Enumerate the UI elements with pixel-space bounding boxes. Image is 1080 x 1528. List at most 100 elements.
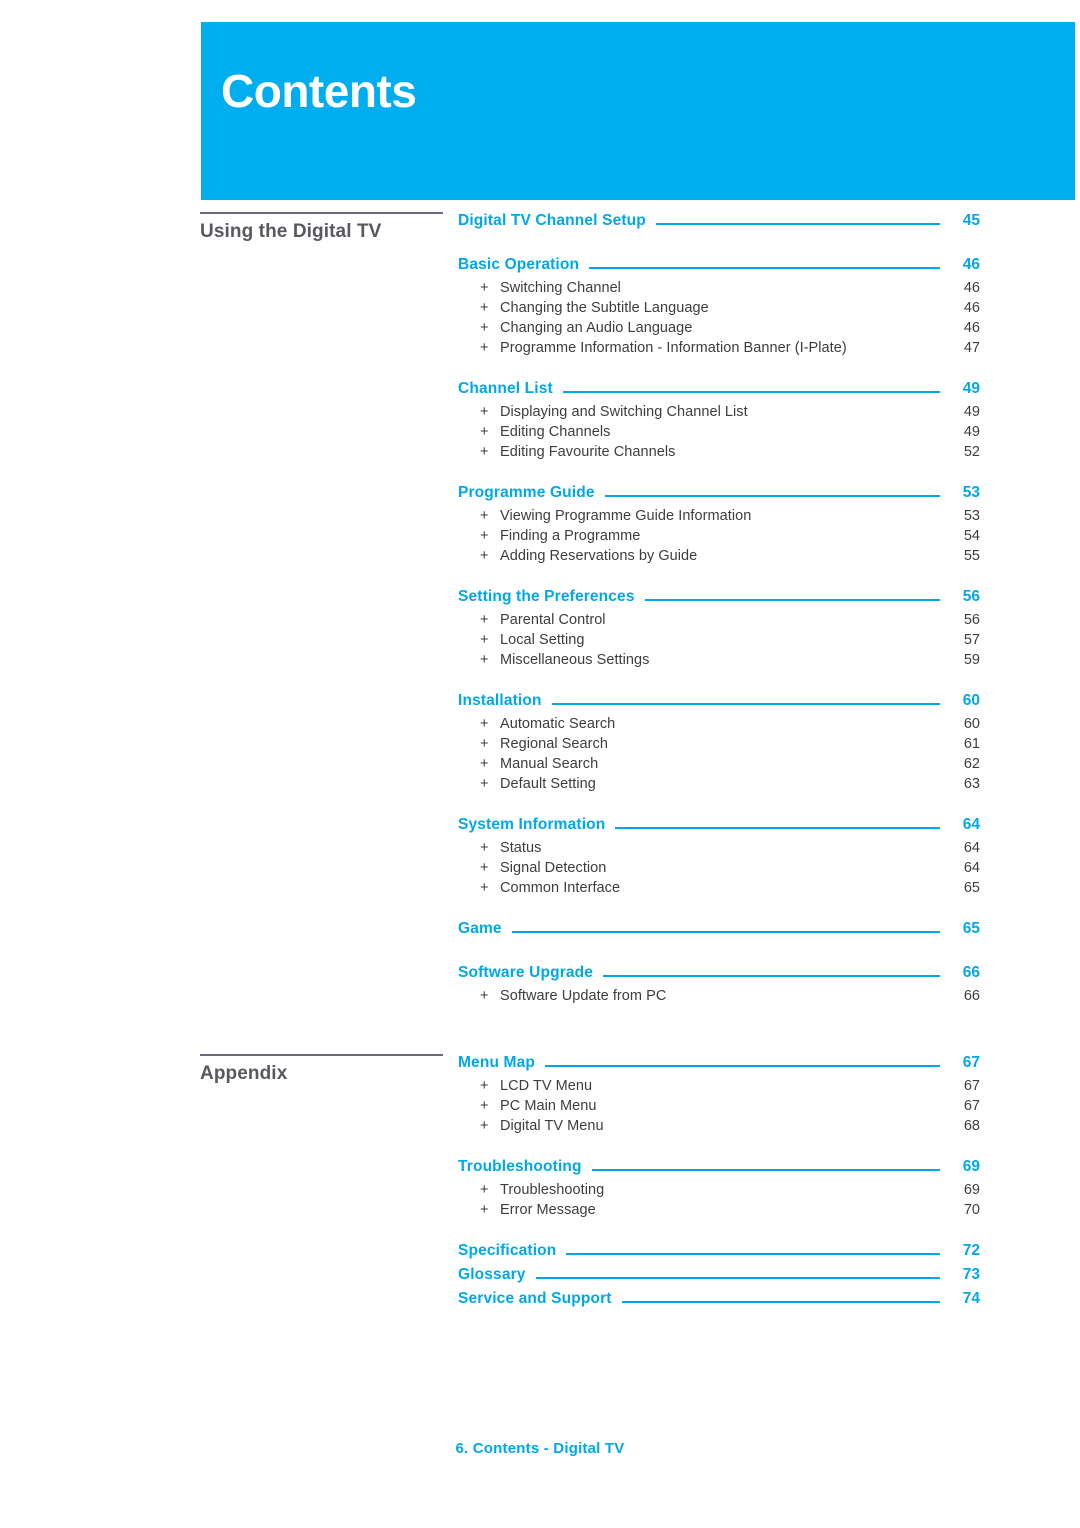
toc-subentry-page-number: 67 bbox=[963, 1098, 980, 1114]
toc-subentry[interactable]: + Viewing Programme Guide Information 53 bbox=[458, 508, 980, 528]
toc-section-entry[interactable]: Basic Operation 46 bbox=[458, 256, 980, 280]
toc-subentry-page-number: 64 bbox=[963, 840, 980, 856]
toc-section-entry[interactable]: Installation 60 bbox=[458, 692, 980, 716]
toc-subentry[interactable]: + Local Setting 57 bbox=[458, 632, 980, 652]
toc-section-entry[interactable]: Menu Map 67 bbox=[458, 1054, 980, 1078]
plus-bullet-icon: + bbox=[480, 632, 489, 648]
toc-subentry-title: Viewing Programme Guide Information bbox=[500, 508, 752, 524]
toc-subentry[interactable]: + Miscellaneous Settings 59 bbox=[458, 652, 980, 672]
toc-section-entry[interactable]: Setting the Preferences 56 bbox=[458, 588, 980, 612]
toc-subentry[interactable]: + Software Update from PC 66 bbox=[458, 988, 980, 1008]
page-title: Contents bbox=[221, 65, 417, 117]
toc-subentry[interactable]: + Signal Detection 64 bbox=[458, 860, 980, 880]
toc-subentry-page-number: 46 bbox=[963, 280, 980, 296]
toc-section-entry[interactable]: System Information 64 bbox=[458, 816, 980, 840]
toc-subentry[interactable]: + Changing an Audio Language 46 bbox=[458, 320, 980, 340]
toc-subentry[interactable]: + Digital TV Menu 68 bbox=[458, 1118, 980, 1138]
toc-section-entry[interactable]: Glossary 73 bbox=[458, 1266, 980, 1290]
toc-subentry[interactable]: + Editing Favourite Channels 52 bbox=[458, 444, 980, 464]
toc-subentry-page-number: 61 bbox=[963, 736, 980, 752]
toc-subentry[interactable]: + Common Interface 65 bbox=[458, 880, 980, 900]
toc-section-entry[interactable]: Channel List 49 bbox=[458, 380, 980, 404]
toc-section-page-number: 64 bbox=[962, 816, 980, 833]
plus-bullet-icon: + bbox=[480, 1078, 489, 1094]
toc-subentry-page-number: 57 bbox=[963, 632, 980, 648]
toc-subentry[interactable]: + Default Setting 63 bbox=[458, 776, 980, 796]
toc-section-entry[interactable]: Service and Support 74 bbox=[458, 1290, 980, 1314]
toc-section-entry[interactable]: Game 65 bbox=[458, 920, 980, 944]
toc-subentry-title: Programme Information - Information Bann… bbox=[500, 340, 847, 356]
toc-section: Game 65 bbox=[458, 920, 980, 944]
toc-section-entry[interactable]: Digital TV Channel Setup 45 bbox=[458, 212, 980, 236]
toc-leader-line bbox=[511, 931, 940, 933]
footer-label: 6. Contents - Digital TV bbox=[455, 1440, 625, 1457]
toc-subentry[interactable]: + LCD TV Menu 67 bbox=[458, 1078, 980, 1098]
toc-section-title: Software Upgrade bbox=[458, 964, 594, 981]
toc-part-gap bbox=[0, 1008, 1080, 1054]
toc-section-column: Digital TV Channel Setup 45 Basic Operatio… bbox=[458, 212, 980, 1008]
toc-subentry[interactable]: + Automatic Search 60 bbox=[458, 716, 980, 736]
toc-subentry-page-number: 49 bbox=[963, 404, 980, 420]
toc-subentry-title: Editing Favourite Channels bbox=[500, 444, 676, 460]
toc-section: Setting the Preferences 56 + Parental Contr… bbox=[458, 588, 980, 672]
toc-section-entry[interactable]: Specification 72 bbox=[458, 1242, 980, 1266]
toc-subentry-page-number: 70 bbox=[963, 1202, 980, 1218]
toc-section-title: Menu Map bbox=[458, 1054, 535, 1071]
toc-subentry[interactable]: + Regional Search 61 bbox=[458, 736, 980, 756]
toc-subentry[interactable]: + Troubleshooting 69 bbox=[458, 1182, 980, 1202]
toc-section-entry[interactable]: Programme Guide 53 bbox=[458, 484, 980, 508]
toc-part-title: Using the Digital TV bbox=[200, 221, 382, 242]
plus-bullet-icon: + bbox=[480, 280, 489, 296]
toc-subentry-page-number: 63 bbox=[963, 776, 980, 792]
plus-bullet-icon: + bbox=[480, 404, 489, 420]
toc-subentry[interactable]: + PC Main Menu 67 bbox=[458, 1098, 980, 1118]
toc-subentry-page-number: 59 bbox=[963, 652, 980, 668]
toc-section: Programme Guide 53 + Viewing Programme Guid… bbox=[458, 484, 980, 568]
toc-subentry-title: PC Main Menu bbox=[500, 1098, 597, 1114]
toc-subentry[interactable]: + Switching Channel 46 bbox=[458, 280, 980, 300]
toc-subentry-title: Signal Detection bbox=[500, 860, 607, 876]
toc-section-entry[interactable]: Software Upgrade 66 bbox=[458, 964, 980, 988]
toc-subentry-page-number: 55 bbox=[963, 548, 980, 564]
plus-bullet-icon: + bbox=[480, 340, 489, 356]
toc-subentry[interactable]: + Parental Control 56 bbox=[458, 612, 980, 632]
toc-subentry[interactable]: + Finding a Programme 54 bbox=[458, 528, 980, 548]
toc-subentry[interactable]: + Manual Search 62 bbox=[458, 756, 980, 776]
toc-subentry-title: Software Update from PC bbox=[500, 988, 667, 1004]
toc-section: System Information 64 + Status 64 + Signal Det… bbox=[458, 816, 980, 900]
plus-bullet-icon: + bbox=[480, 988, 489, 1004]
toc-subentry-title: Changing the Subtitle Language bbox=[500, 300, 709, 316]
toc-section-column: Menu Map 67 + LCD TV Menu 67 + PC Main Menu 67 +… bbox=[458, 1054, 980, 1314]
toc-subentry[interactable]: + Adding Reservations by Guide 55 bbox=[458, 548, 980, 568]
toc-subentry-title: Status bbox=[500, 840, 542, 856]
toc-subentry[interactable]: + Changing the Subtitle Language 46 bbox=[458, 300, 980, 320]
toc-section-title: Troubleshooting bbox=[458, 1158, 582, 1175]
toc-subentry[interactable]: + Status 64 bbox=[458, 840, 980, 860]
plus-bullet-icon: + bbox=[480, 508, 489, 524]
toc-subentry-title: Automatic Search bbox=[500, 716, 616, 732]
toc-subentry[interactable]: + Error Message 70 bbox=[458, 1202, 980, 1222]
toc-subentry-page-number: 60 bbox=[963, 716, 980, 732]
toc-section-page-number: 53 bbox=[962, 484, 980, 501]
toc-section-entry[interactable]: Troubleshooting 69 bbox=[458, 1158, 980, 1182]
toc-subentry-page-number: 46 bbox=[963, 320, 980, 336]
toc-subentry-page-number: 52 bbox=[963, 444, 980, 460]
page-footer: 6. Contents - Digital TV bbox=[0, 1440, 1080, 1458]
toc-subentry-title: Changing an Audio Language bbox=[500, 320, 693, 336]
toc-subentry[interactable]: + Editing Channels 49 bbox=[458, 424, 980, 444]
toc-section-title: Service and Support bbox=[458, 1290, 612, 1307]
plus-bullet-icon: + bbox=[480, 1182, 489, 1198]
toc-subentry-page-number: 68 bbox=[963, 1118, 980, 1134]
toc-subentry-page-number: 46 bbox=[963, 300, 980, 316]
plus-bullet-icon: + bbox=[480, 840, 489, 856]
toc-section-title: Programme Guide bbox=[458, 484, 595, 501]
toc-section: Service and Support 74 bbox=[458, 1290, 980, 1314]
toc-part-label-column: Appendix bbox=[200, 1054, 445, 1085]
toc-section: Specification 72 bbox=[458, 1242, 980, 1266]
toc-subentry[interactable]: + Displaying and Switching Channel List 49 bbox=[458, 404, 980, 424]
toc-leader-line bbox=[603, 975, 940, 977]
toc-subentry[interactable]: + Programme Information - Information Ban… bbox=[458, 340, 980, 360]
toc-subentry-title: Manual Search bbox=[500, 756, 599, 772]
toc-leader-line bbox=[591, 1169, 940, 1171]
toc-subentry-page-number: 67 bbox=[963, 1078, 980, 1094]
